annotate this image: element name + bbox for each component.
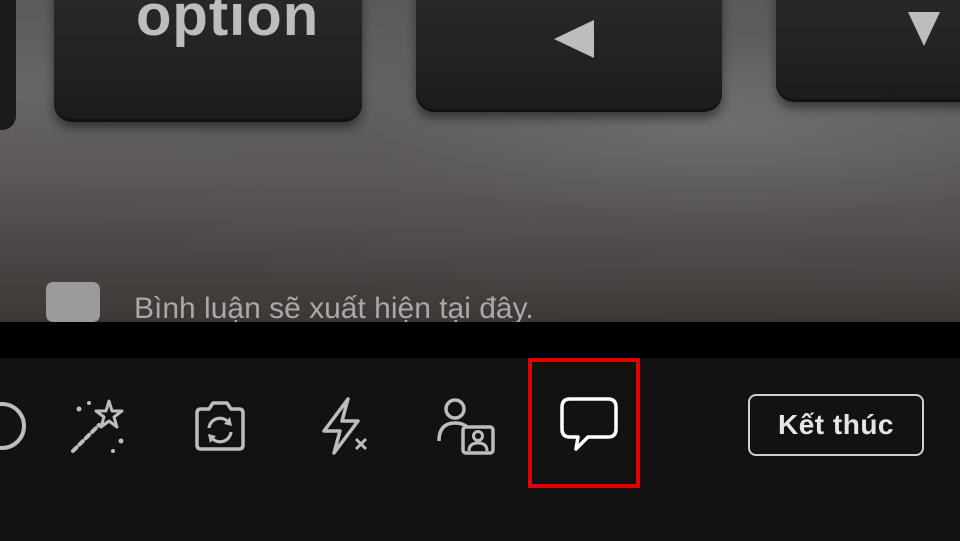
flash-toggle-button[interactable]: [311, 394, 375, 458]
comment-placeholder: Bình luận sẽ xuất hiện tại đây.: [44, 280, 534, 322]
flip-camera-button[interactable]: [188, 394, 252, 458]
left-arrow-icon: [554, 20, 594, 58]
add-guest-icon: [437, 398, 495, 455]
highlight-box: [528, 358, 640, 488]
divider-strip: [0, 322, 960, 358]
circle-icon: [0, 402, 26, 450]
add-guest-button[interactable]: [434, 394, 498, 458]
down-arrow-icon: [908, 12, 940, 46]
camera-flip-icon: [195, 401, 245, 451]
end-live-button[interactable]: Kết thúc: [748, 394, 924, 456]
effects-button[interactable]: [64, 394, 128, 458]
option-key-label: option: [136, 0, 320, 48]
keyboard-key-edge: [0, 0, 16, 130]
partial-circle-button[interactable]: [0, 394, 34, 458]
speech-bubble-icon: [46, 282, 100, 322]
keyboard-key-left-arrow: [416, 0, 722, 112]
magic-wand-icon: [71, 399, 124, 453]
comment-placeholder-text: Bình luận sẽ xuất hiện tại đây.: [134, 292, 534, 322]
keyboard-key-down-arrow: [776, 0, 960, 102]
camera-preview: option Bình luận sẽ xuất hiện tại đây.: [0, 0, 960, 322]
live-toolbar: Kết thúc: [0, 358, 960, 541]
flash-off-icon: [322, 397, 368, 455]
keyboard-key-option: option: [54, 0, 362, 122]
